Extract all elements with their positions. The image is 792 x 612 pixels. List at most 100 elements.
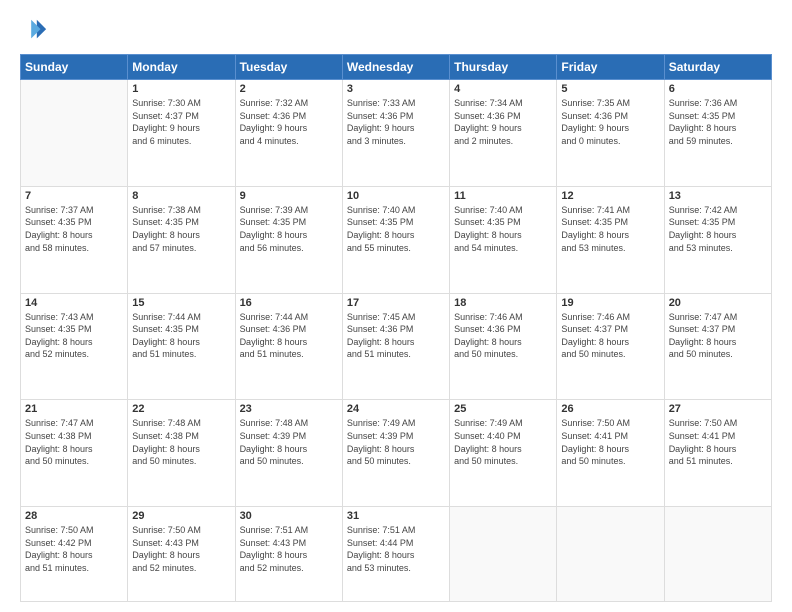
calendar-week-row: 14 Sunrise: 7:43 AMSunset: 4:35 PMDayligh… — [21, 293, 772, 400]
day-number: 29 — [132, 510, 230, 522]
calendar-week-row: 1 Sunrise: 7:30 AMSunset: 4:37 PMDaylight… — [21, 80, 772, 187]
day-number: 9 — [240, 190, 338, 202]
day-number: 4 — [454, 83, 552, 95]
day-info: Sunrise: 7:46 AMSunset: 4:37 PMDaylight:… — [561, 311, 659, 361]
calendar-cell — [450, 507, 557, 602]
calendar-cell — [557, 507, 664, 602]
day-info: Sunrise: 7:50 AMSunset: 4:43 PMDaylight:… — [132, 524, 230, 574]
day-info: Sunrise: 7:37 AMSunset: 4:35 PMDaylight:… — [25, 204, 123, 254]
day-info: Sunrise: 7:44 AMSunset: 4:36 PMDaylight:… — [240, 311, 338, 361]
day-number: 6 — [669, 83, 767, 95]
calendar-cell: 21 Sunrise: 7:47 AMSunset: 4:38 PMDayligh… — [21, 400, 128, 507]
calendar-cell: 28Sunrise: 7:50 AMSunset: 4:42 PMDayligh… — [21, 507, 128, 602]
day-info: Sunrise: 7:51 AMSunset: 4:43 PMDaylight:… — [240, 524, 338, 574]
calendar-weekday-tuesday: Tuesday — [235, 55, 342, 80]
calendar-cell: 29 Sunrise: 7:50 AMSunset: 4:43 PMDayligh… — [128, 507, 235, 602]
day-number: 24 — [347, 403, 445, 415]
calendar-cell: 30 Sunrise: 7:51 AMSunset: 4:43 PMDayligh… — [235, 507, 342, 602]
calendar-cell: 5Sunrise: 7:35 AMSunset: 4:36 PMDaylight… — [557, 80, 664, 187]
calendar-weekday-friday: Friday — [557, 55, 664, 80]
day-info: Sunrise: 7:50 AMSunset: 4:41 PMDaylight:… — [561, 417, 659, 467]
calendar-cell: 22 Sunrise: 7:48 AMSunset: 4:38 PMDayligh… — [128, 400, 235, 507]
calendar-table: SundayMondayTuesdayWednesdayThursdayFrid… — [20, 54, 772, 602]
day-number: 12 — [561, 190, 659, 202]
day-number: 8 — [132, 190, 230, 202]
calendar-cell: 16 Sunrise: 7:44 AMSunset: 4:36 PMDayligh… — [235, 293, 342, 400]
calendar-weekday-sunday: Sunday — [21, 55, 128, 80]
day-number: 19 — [561, 297, 659, 309]
day-number: 5 — [561, 83, 659, 95]
day-number: 14 — [25, 297, 123, 309]
day-number: 18 — [454, 297, 552, 309]
calendar-cell: 31 Sunrise: 7:51 AMSunset: 4:44 PMDayligh… — [342, 507, 449, 602]
day-info: Sunrise: 7:46 AMSunset: 4:36 PMDaylight:… — [454, 311, 552, 361]
day-info: Sunrise: 7:50 AMSunset: 4:42 PMDaylight:… — [25, 524, 123, 574]
calendar-cell: 2 Sunrise: 7:32 AMSunset: 4:36 PMDaylight… — [235, 80, 342, 187]
calendar-cell: 12 Sunrise: 7:41 AMSunset: 4:35 PMDayligh… — [557, 186, 664, 293]
calendar-cell: 26 Sunrise: 7:50 AMSunset: 4:41 PMDayligh… — [557, 400, 664, 507]
day-info: Sunrise: 7:44 AMSunset: 4:35 PMDaylight:… — [132, 311, 230, 361]
calendar-weekday-monday: Monday — [128, 55, 235, 80]
day-number: 27 — [669, 403, 767, 415]
day-number: 23 — [240, 403, 338, 415]
day-info: Sunrise: 7:50 AMSunset: 4:41 PMDaylight:… — [669, 417, 767, 467]
day-info: Sunrise: 7:48 AMSunset: 4:39 PMDaylight:… — [240, 417, 338, 467]
day-number: 1 — [132, 83, 230, 95]
day-info: Sunrise: 7:38 AMSunset: 4:35 PMDaylight:… — [132, 204, 230, 254]
day-info: Sunrise: 7:49 AMSunset: 4:40 PMDaylight:… — [454, 417, 552, 467]
day-number: 11 — [454, 190, 552, 202]
day-info: Sunrise: 7:39 AMSunset: 4:35 PMDaylight:… — [240, 204, 338, 254]
logo-icon — [20, 16, 48, 44]
calendar-cell: 1 Sunrise: 7:30 AMSunset: 4:37 PMDaylight… — [128, 80, 235, 187]
calendar-cell: 3 Sunrise: 7:33 AMSunset: 4:36 PMDaylight… — [342, 80, 449, 187]
day-info: Sunrise: 7:51 AMSunset: 4:44 PMDaylight:… — [347, 524, 445, 574]
day-number: 30 — [240, 510, 338, 522]
day-number: 16 — [240, 297, 338, 309]
day-number: 20 — [669, 297, 767, 309]
day-info: Sunrise: 7:30 AMSunset: 4:37 PMDaylight:… — [132, 97, 230, 147]
calendar-week-row: 21 Sunrise: 7:47 AMSunset: 4:38 PMDayligh… — [21, 400, 772, 507]
calendar-cell: 8 Sunrise: 7:38 AMSunset: 4:35 PMDaylight… — [128, 186, 235, 293]
calendar-cell: 27 Sunrise: 7:50 AMSunset: 4:41 PMDayligh… — [664, 400, 771, 507]
day-info: Sunrise: 7:47 AMSunset: 4:38 PMDaylight:… — [25, 417, 123, 467]
calendar-cell: 15Sunrise: 7:44 AMSunset: 4:35 PMDayligh… — [128, 293, 235, 400]
day-info: Sunrise: 7:42 AMSunset: 4:35 PMDaylight:… — [669, 204, 767, 254]
day-number: 21 — [25, 403, 123, 415]
day-info: Sunrise: 7:33 AMSunset: 4:36 PMDaylight:… — [347, 97, 445, 147]
day-number: 26 — [561, 403, 659, 415]
day-number: 22 — [132, 403, 230, 415]
day-info: Sunrise: 7:47 AMSunset: 4:37 PMDaylight:… — [669, 311, 767, 361]
day-info: Sunrise: 7:43 AMSunset: 4:35 PMDaylight:… — [25, 311, 123, 361]
day-number: 13 — [669, 190, 767, 202]
day-number: 2 — [240, 83, 338, 95]
day-number: 3 — [347, 83, 445, 95]
day-number: 7 — [25, 190, 123, 202]
calendar-cell — [664, 507, 771, 602]
calendar-weekday-saturday: Saturday — [664, 55, 771, 80]
calendar-cell: 25 Sunrise: 7:49 AMSunset: 4:40 PMDayligh… — [450, 400, 557, 507]
calendar-cell: 14 Sunrise: 7:43 AMSunset: 4:35 PMDayligh… — [21, 293, 128, 400]
day-info: Sunrise: 7:48 AMSunset: 4:38 PMDaylight:… — [132, 417, 230, 467]
day-info: Sunrise: 7:36 AMSunset: 4:35 PMDaylight:… — [669, 97, 767, 147]
calendar-week-row: 28Sunrise: 7:50 AMSunset: 4:42 PMDayligh… — [21, 507, 772, 602]
calendar-weekday-wednesday: Wednesday — [342, 55, 449, 80]
day-number: 31 — [347, 510, 445, 522]
calendar-cell — [21, 80, 128, 187]
logo — [20, 16, 52, 44]
calendar-cell: 6 Sunrise: 7:36 AMSunset: 4:35 PMDaylight… — [664, 80, 771, 187]
calendar-cell: 20 Sunrise: 7:47 AMSunset: 4:37 PMDayligh… — [664, 293, 771, 400]
day-info: Sunrise: 7:41 AMSunset: 4:35 PMDaylight:… — [561, 204, 659, 254]
day-info: Sunrise: 7:45 AMSunset: 4:36 PMDaylight:… — [347, 311, 445, 361]
calendar-cell: 4Sunrise: 7:34 AMSunset: 4:36 PMDaylight… — [450, 80, 557, 187]
day-info: Sunrise: 7:40 AMSunset: 4:35 PMDaylight:… — [454, 204, 552, 254]
day-info: Sunrise: 7:32 AMSunset: 4:36 PMDaylight:… — [240, 97, 338, 147]
calendar-weekday-thursday: Thursday — [450, 55, 557, 80]
day-number: 25 — [454, 403, 552, 415]
page: SundayMondayTuesdayWednesdayThursdayFrid… — [0, 0, 792, 612]
calendar-cell: 7 Sunrise: 7:37 AMSunset: 4:35 PMDaylight… — [21, 186, 128, 293]
calendar-cell: 18 Sunrise: 7:46 AMSunset: 4:36 PMDayligh… — [450, 293, 557, 400]
calendar-header-row: SundayMondayTuesdayWednesdayThursdayFrid… — [21, 55, 772, 80]
calendar-week-row: 7 Sunrise: 7:37 AMSunset: 4:35 PMDaylight… — [21, 186, 772, 293]
calendar-cell: 24Sunrise: 7:49 AMSunset: 4:39 PMDayligh… — [342, 400, 449, 507]
day-number: 10 — [347, 190, 445, 202]
